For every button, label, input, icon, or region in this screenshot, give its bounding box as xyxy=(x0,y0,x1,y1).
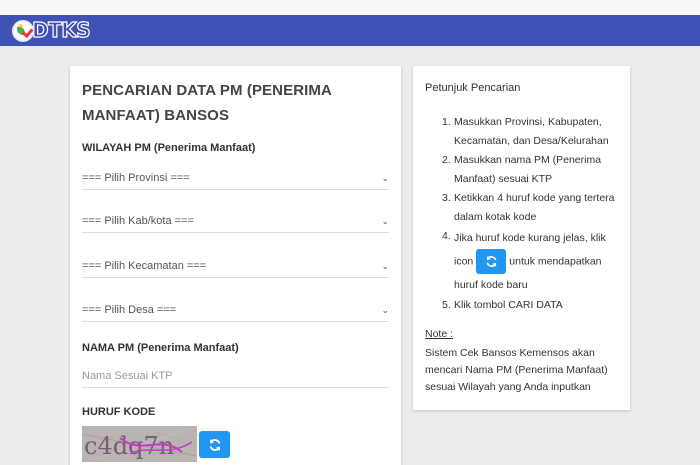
top-navbar: DTKS xyxy=(0,15,700,46)
hint-step: 1. Masukkan Provinsi, Kabupaten, Kecamata… xyxy=(442,116,609,147)
desa-select[interactable]: === Pilih Desa === ⌄ xyxy=(82,298,389,322)
hint-step: 2. Masukkan nama PM (Penerima Manfaat) se… xyxy=(442,154,602,185)
nama-input[interactable] xyxy=(82,364,389,388)
refresh-icon xyxy=(486,256,497,267)
kabkota-select[interactable]: === Pilih Kab/kota === ⌄ xyxy=(82,209,389,233)
chevron-down-icon: ⌄ xyxy=(381,261,389,271)
kabkota-select-value: === Pilih Kab/kota === xyxy=(82,215,194,227)
hint-step: 5. Klik tombol CARI DATA xyxy=(442,299,563,311)
note-text: Sistem Cek Bansos Kemensos akan mencari … xyxy=(425,347,608,393)
hint-card: Petunjuk Pencarian 1. Masukkan Provinsi, … xyxy=(413,66,630,410)
note-label: Note : xyxy=(425,328,454,340)
wilayah-label: WILAYAH PM (Penerima Manfaat) xyxy=(82,142,256,154)
dtks-logo[interactable]: DTKS xyxy=(12,17,91,43)
captcha-image: c4dq7n xyxy=(82,426,197,462)
nama-label: NAMA PM (Penerima Manfaat) xyxy=(82,342,239,354)
desa-select-value: === Pilih Desa === xyxy=(82,304,177,316)
chevron-down-icon: ⌄ xyxy=(381,305,389,315)
captcha-text: c4dq7n xyxy=(84,432,174,460)
kecamatan-select-value: === Pilih Kecamatan === xyxy=(82,260,207,272)
chevron-down-icon: ⌄ xyxy=(381,216,389,226)
hint-title: Petunjuk Pencarian xyxy=(425,82,521,94)
browser-top-strip xyxy=(0,0,700,15)
hint-step: 3. Ketikkan 4 huruf kode yang tertera dal… xyxy=(442,192,615,223)
provinsi-select-value: === Pilih Provinsi === xyxy=(82,172,190,184)
page-title: PENCARIAN DATA PM (PENERIMA MANFAAT) BAN… xyxy=(82,82,332,124)
hint-step: 4. Jika huruf kode kurang jelas, klik ico… xyxy=(442,230,606,291)
search-form-card: PENCARIAN DATA PM (PENERIMA MANFAAT) BAN… xyxy=(70,66,401,465)
refresh-icon xyxy=(209,438,220,451)
inline-refresh-button[interactable] xyxy=(476,249,507,274)
hint-steps-list: 1. Masukkan Provinsi, Kabupaten, Kecamata… xyxy=(425,113,623,315)
provinsi-select[interactable]: === Pilih Provinsi === ⌄ xyxy=(82,166,389,190)
refresh-captcha-button[interactable] xyxy=(199,431,230,458)
kecamatan-select[interactable]: === Pilih Kecamatan === ⌄ xyxy=(82,254,389,278)
logo-emblem-icon xyxy=(12,19,34,42)
chevron-down-icon: ⌄ xyxy=(381,173,389,183)
kode-label: HURUF KODE xyxy=(82,406,156,418)
logo-text: DTKS xyxy=(31,17,91,42)
